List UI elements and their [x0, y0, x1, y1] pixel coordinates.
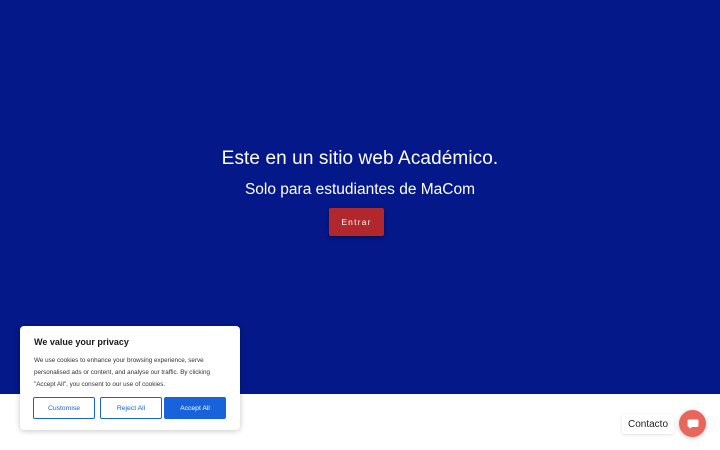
chat-button[interactable]: [679, 410, 706, 437]
cookie-banner-title: We value your privacy: [34, 337, 129, 347]
reject-all-button[interactable]: Reject All: [100, 397, 162, 419]
cookie-banner-text: We use cookies to enhance your browsing …: [34, 357, 210, 388]
cookie-consent-banner: We value your privacy We use cookies to …: [20, 326, 240, 430]
chat-bubble-icon: [686, 417, 700, 431]
hero-subtitle: Solo para estudiantes de MaCom: [244, 181, 476, 198]
customise-button[interactable]: Customise: [33, 397, 95, 419]
hero-title: Este en un sitio web Académico.: [221, 148, 499, 169]
enter-button[interactable]: Entrar: [329, 208, 384, 236]
accept-all-button[interactable]: Accept All: [164, 397, 226, 419]
cookie-button-row: Customise Reject All Accept All: [33, 397, 227, 419]
page: Este en un sitio web Académico. Solo par…: [0, 0, 720, 450]
contact-label[interactable]: Contacto: [622, 414, 674, 434]
